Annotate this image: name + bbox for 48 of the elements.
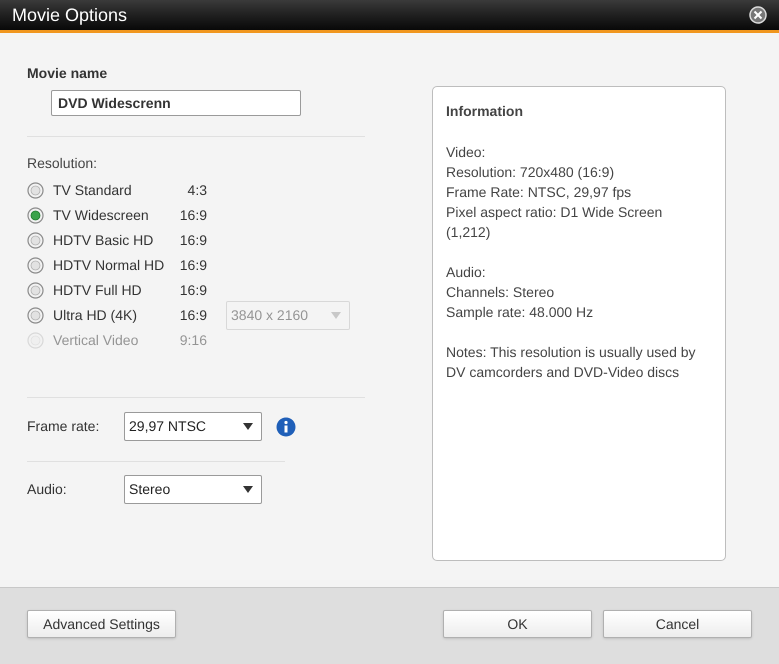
select-value: 29,97 NTSC bbox=[129, 417, 206, 436]
cancel-button[interactable]: Cancel bbox=[603, 610, 752, 638]
info-text: Channels: Stereo bbox=[446, 283, 556, 302]
aspect-ratio: 16:9 bbox=[178, 306, 207, 325]
option-label: TV Standard bbox=[53, 181, 133, 200]
option-label: Vertical Video bbox=[53, 331, 140, 350]
caret-icon bbox=[243, 423, 253, 430]
radio-button[interactable] bbox=[27, 232, 44, 249]
option-label: HDTV Normal HD bbox=[53, 256, 166, 275]
audio-select[interactable]: Stereo bbox=[124, 475, 262, 504]
info-text: Notes: This resolution is usually used by DV camcorders and DVD-Video discs bbox=[446, 343, 697, 382]
panel-title: Information bbox=[446, 102, 524, 121]
option-label: TV Widescreen bbox=[53, 206, 150, 225]
radio-button[interactable] bbox=[27, 182, 44, 199]
select-value: Stereo bbox=[129, 480, 170, 499]
info-text: Resolution: 720x480 (16:9) bbox=[446, 163, 616, 182]
field-label: Frame rate: bbox=[27, 417, 100, 436]
aspect-ratio: 16:9 bbox=[178, 206, 207, 225]
option-label: HDTV Basic HD bbox=[53, 231, 154, 250]
ok-button[interactable]: OK bbox=[443, 610, 592, 638]
radio-button[interactable] bbox=[27, 282, 44, 299]
info-icon[interactable] bbox=[276, 416, 296, 436]
info-text: Pixel aspect ratio: D1 Wide Screen (1,212) bbox=[446, 203, 664, 242]
advanced-settings-button[interactable]: Advanced Settings bbox=[27, 610, 176, 638]
aspect-ratio: 9:16 bbox=[178, 331, 207, 350]
info-text: Video: bbox=[446, 143, 486, 162]
section-label: Resolution: bbox=[27, 154, 98, 173]
option-label: HDTV Full HD bbox=[53, 281, 143, 300]
window-title: Movie Options bbox=[12, 4, 128, 27]
caret-icon bbox=[331, 312, 341, 319]
aspect-ratio: 16:9 bbox=[178, 281, 207, 300]
movie-name-field[interactable]: DVD Widescrenn bbox=[51, 90, 301, 116]
frame-rate-select[interactable]: 29,97 NTSC bbox=[124, 412, 262, 441]
close-icon[interactable] bbox=[749, 6, 767, 24]
field-label: Audio: bbox=[27, 480, 68, 499]
info-text: Audio: bbox=[446, 263, 487, 282]
info-text: Sample rate: 48.000 Hz bbox=[446, 303, 594, 322]
radio-button[interactable] bbox=[27, 307, 44, 324]
aspect-ratio: 16:9 bbox=[178, 256, 207, 275]
aspect-ratio: 16:9 bbox=[178, 231, 207, 250]
option-label: Ultra HD (4K) bbox=[53, 306, 138, 325]
select-value: 3840 x 2160 bbox=[231, 306, 308, 325]
radio-button[interactable] bbox=[27, 207, 44, 224]
info-text: Frame Rate: NTSC, 29,97 fps bbox=[446, 183, 632, 202]
radio-button[interactable] bbox=[27, 257, 44, 274]
caret-icon bbox=[243, 486, 253, 493]
field-label: Movie name bbox=[27, 64, 108, 83]
aspect-ratio: 4:3 bbox=[186, 181, 207, 200]
